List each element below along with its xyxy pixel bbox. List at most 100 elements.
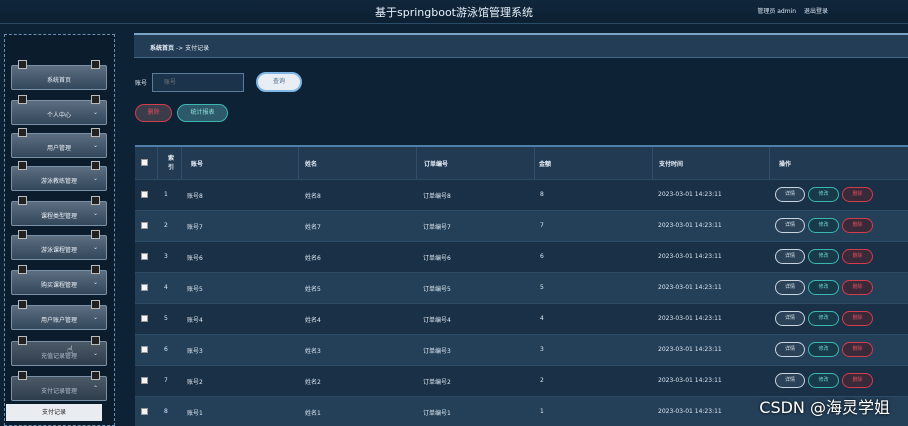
cell-time: 2023-03-01 14:23:11 bbox=[658, 191, 722, 198]
cell-account: 账号3 bbox=[187, 348, 203, 355]
cell-name: 姓名1 bbox=[305, 410, 321, 417]
edit-button[interactable]: 修改 bbox=[808, 187, 839, 202]
cell-amount: 5 bbox=[540, 284, 544, 291]
plug-icon bbox=[91, 300, 100, 309]
sidebar-item-coaches[interactable]: 游泳教练管理 ⌄ bbox=[11, 161, 107, 191]
sidebar-item-home[interactable]: 系统首页 bbox=[11, 60, 107, 90]
select-all-checkbox[interactable] bbox=[141, 159, 148, 166]
sidebar-item-users[interactable]: 用户管理 ⌄ bbox=[11, 128, 107, 158]
table-row: 7 账号2 姓名2 订单编号2 2 2023-03-01 14:23:11 详情… bbox=[135, 365, 908, 396]
edit-button[interactable]: 修改 bbox=[808, 311, 839, 326]
detail-button[interactable]: 详情 bbox=[775, 342, 805, 357]
plug-icon bbox=[91, 128, 100, 137]
sidebar-item-personal-center[interactable]: 个人中心 ⌄ bbox=[11, 95, 107, 125]
detail-button[interactable]: 详情 bbox=[775, 249, 805, 264]
edit-button[interactable]: 修改 bbox=[808, 249, 839, 264]
row-checkbox[interactable] bbox=[141, 377, 148, 384]
edit-button[interactable]: 修改 bbox=[808, 373, 839, 388]
plug-icon bbox=[91, 336, 100, 345]
stats-report-button[interactable]: 统计报表 bbox=[177, 104, 228, 122]
row-checkbox[interactable] bbox=[141, 315, 148, 322]
chevron-down-icon: ⌄ bbox=[92, 142, 98, 149]
detail-button[interactable]: 详情 bbox=[775, 187, 805, 202]
table-row: 2 账号7 姓名7 订单编号7 7 2023-03-01 14:23:11 详情… bbox=[135, 210, 908, 241]
plug-icon bbox=[18, 371, 27, 380]
row-checkbox[interactable] bbox=[141, 284, 148, 291]
header-index: 索引 bbox=[168, 155, 175, 171]
plug-icon bbox=[91, 161, 100, 170]
row-checkbox[interactable] bbox=[141, 222, 148, 229]
cell-time: 2023-03-01 14:23:11 bbox=[658, 408, 722, 415]
sidebar-item-recharge[interactable]: 充值记录管理 ⌄ bbox=[11, 336, 107, 366]
cell-order: 订单编号3 bbox=[423, 348, 451, 355]
sidebar-item-accounts[interactable]: 用户账户管理 ⌄ bbox=[11, 300, 107, 330]
row-checkbox[interactable] bbox=[141, 191, 148, 198]
edit-button[interactable]: 修改 bbox=[808, 280, 839, 295]
sidebar-item-label: 用户账户管理 bbox=[40, 317, 77, 324]
cell-name: 姓名5 bbox=[305, 286, 321, 293]
cell-account: 账号5 bbox=[187, 286, 203, 293]
cell-order: 订单编号4 bbox=[423, 317, 451, 324]
cell-amount: 2 bbox=[540, 377, 544, 384]
watermark: CSDN @海灵学姐 bbox=[759, 398, 890, 417]
table-header: 索引 账号 姓名 订单编号 金额 支付时间 操作 bbox=[135, 147, 908, 179]
search-input[interactable] bbox=[152, 73, 244, 92]
plug-icon bbox=[18, 95, 27, 104]
row-delete-button[interactable]: 删除 bbox=[842, 280, 873, 295]
detail-button[interactable]: 详情 bbox=[775, 280, 805, 295]
delete-button[interactable]: 删除 bbox=[135, 104, 172, 122]
user-area: 管理员 admin 退出登录 bbox=[751, 6, 828, 15]
breadcrumb: 系统首页 -> 支付记录 bbox=[150, 43, 209, 52]
mouse-cursor-icon: ☝ bbox=[67, 345, 74, 356]
query-button[interactable]: 查询 bbox=[256, 72, 302, 92]
row-delete-button[interactable]: 删除 bbox=[842, 218, 873, 233]
chevron-down-icon: ⌄ bbox=[92, 175, 98, 182]
sidebar-item-label: 课程类型管理 bbox=[40, 213, 77, 220]
sidebar-item-payments[interactable]: 支付记录管理 ⌃ bbox=[11, 371, 107, 401]
cell-amount: 1 bbox=[540, 408, 544, 415]
cell-index: 3 bbox=[164, 253, 168, 260]
detail-button[interactable]: 详情 bbox=[775, 373, 805, 388]
submenu-payment-records[interactable]: 支付记录 bbox=[6, 404, 102, 421]
breadcrumb-home[interactable]: 系统首页 bbox=[150, 45, 174, 52]
logout-link[interactable]: 退出登录 bbox=[804, 8, 828, 15]
cell-order: 订单编号6 bbox=[423, 255, 451, 262]
cell-time: 2023-03-01 14:23:11 bbox=[658, 346, 722, 353]
row-delete-button[interactable]: 删除 bbox=[842, 187, 873, 202]
row-checkbox[interactable] bbox=[141, 346, 148, 353]
sidebar-item-label: 用户管理 bbox=[46, 145, 71, 152]
cell-account: 账号1 bbox=[187, 410, 203, 417]
sidebar-item-label: 游泳课程管理 bbox=[40, 247, 77, 254]
header-amount: 金额 bbox=[539, 161, 552, 168]
sidebar-item-label: 充值记录管理 bbox=[40, 353, 77, 360]
plug-icon bbox=[18, 161, 27, 170]
table-row: 6 账号3 姓名3 订单编号3 3 2023-03-01 14:23:11 详情… bbox=[135, 334, 908, 365]
plug-icon bbox=[18, 196, 27, 205]
detail-button[interactable]: 详情 bbox=[775, 311, 805, 326]
table-row: 4 账号5 姓名5 订单编号5 5 2023-03-01 14:23:11 详情… bbox=[135, 272, 908, 303]
plug-icon bbox=[91, 230, 100, 239]
cell-account: 账号8 bbox=[187, 193, 203, 200]
cell-index: 2 bbox=[164, 222, 168, 229]
cell-amount: 7 bbox=[540, 222, 544, 229]
edit-button[interactable]: 修改 bbox=[808, 342, 839, 357]
row-delete-button[interactable]: 删除 bbox=[842, 311, 873, 326]
cell-name: 姓名4 bbox=[305, 317, 321, 324]
cell-amount: 8 bbox=[540, 191, 544, 198]
sidebar-item-purchases[interactable]: 购买课程管理 ⌄ bbox=[11, 265, 107, 295]
edit-button[interactable]: 修改 bbox=[808, 218, 839, 233]
sidebar: 系统首页 个人中心 ⌄ 用户管理 ⌄ 游泳教练管理 ⌄ 课程类型管理 ⌄ 游泳课… bbox=[4, 34, 115, 426]
sidebar-item-course-types[interactable]: 课程类型管理 ⌄ bbox=[11, 196, 107, 226]
cell-time: 2023-03-01 14:23:11 bbox=[658, 253, 722, 260]
sidebar-item-label: 购买课程管理 bbox=[40, 282, 77, 289]
row-delete-button[interactable]: 删除 bbox=[842, 342, 873, 357]
row-delete-button[interactable]: 删除 bbox=[842, 373, 873, 388]
plug-icon bbox=[91, 95, 100, 104]
detail-button[interactable]: 详情 bbox=[775, 218, 805, 233]
row-checkbox[interactable] bbox=[141, 408, 148, 415]
sidebar-item-courses[interactable]: 游泳课程管理 ⌄ bbox=[11, 230, 107, 260]
row-delete-button[interactable]: 删除 bbox=[842, 249, 873, 264]
cell-name: 姓名2 bbox=[305, 379, 321, 386]
plug-icon bbox=[18, 265, 27, 274]
row-checkbox[interactable] bbox=[141, 253, 148, 260]
